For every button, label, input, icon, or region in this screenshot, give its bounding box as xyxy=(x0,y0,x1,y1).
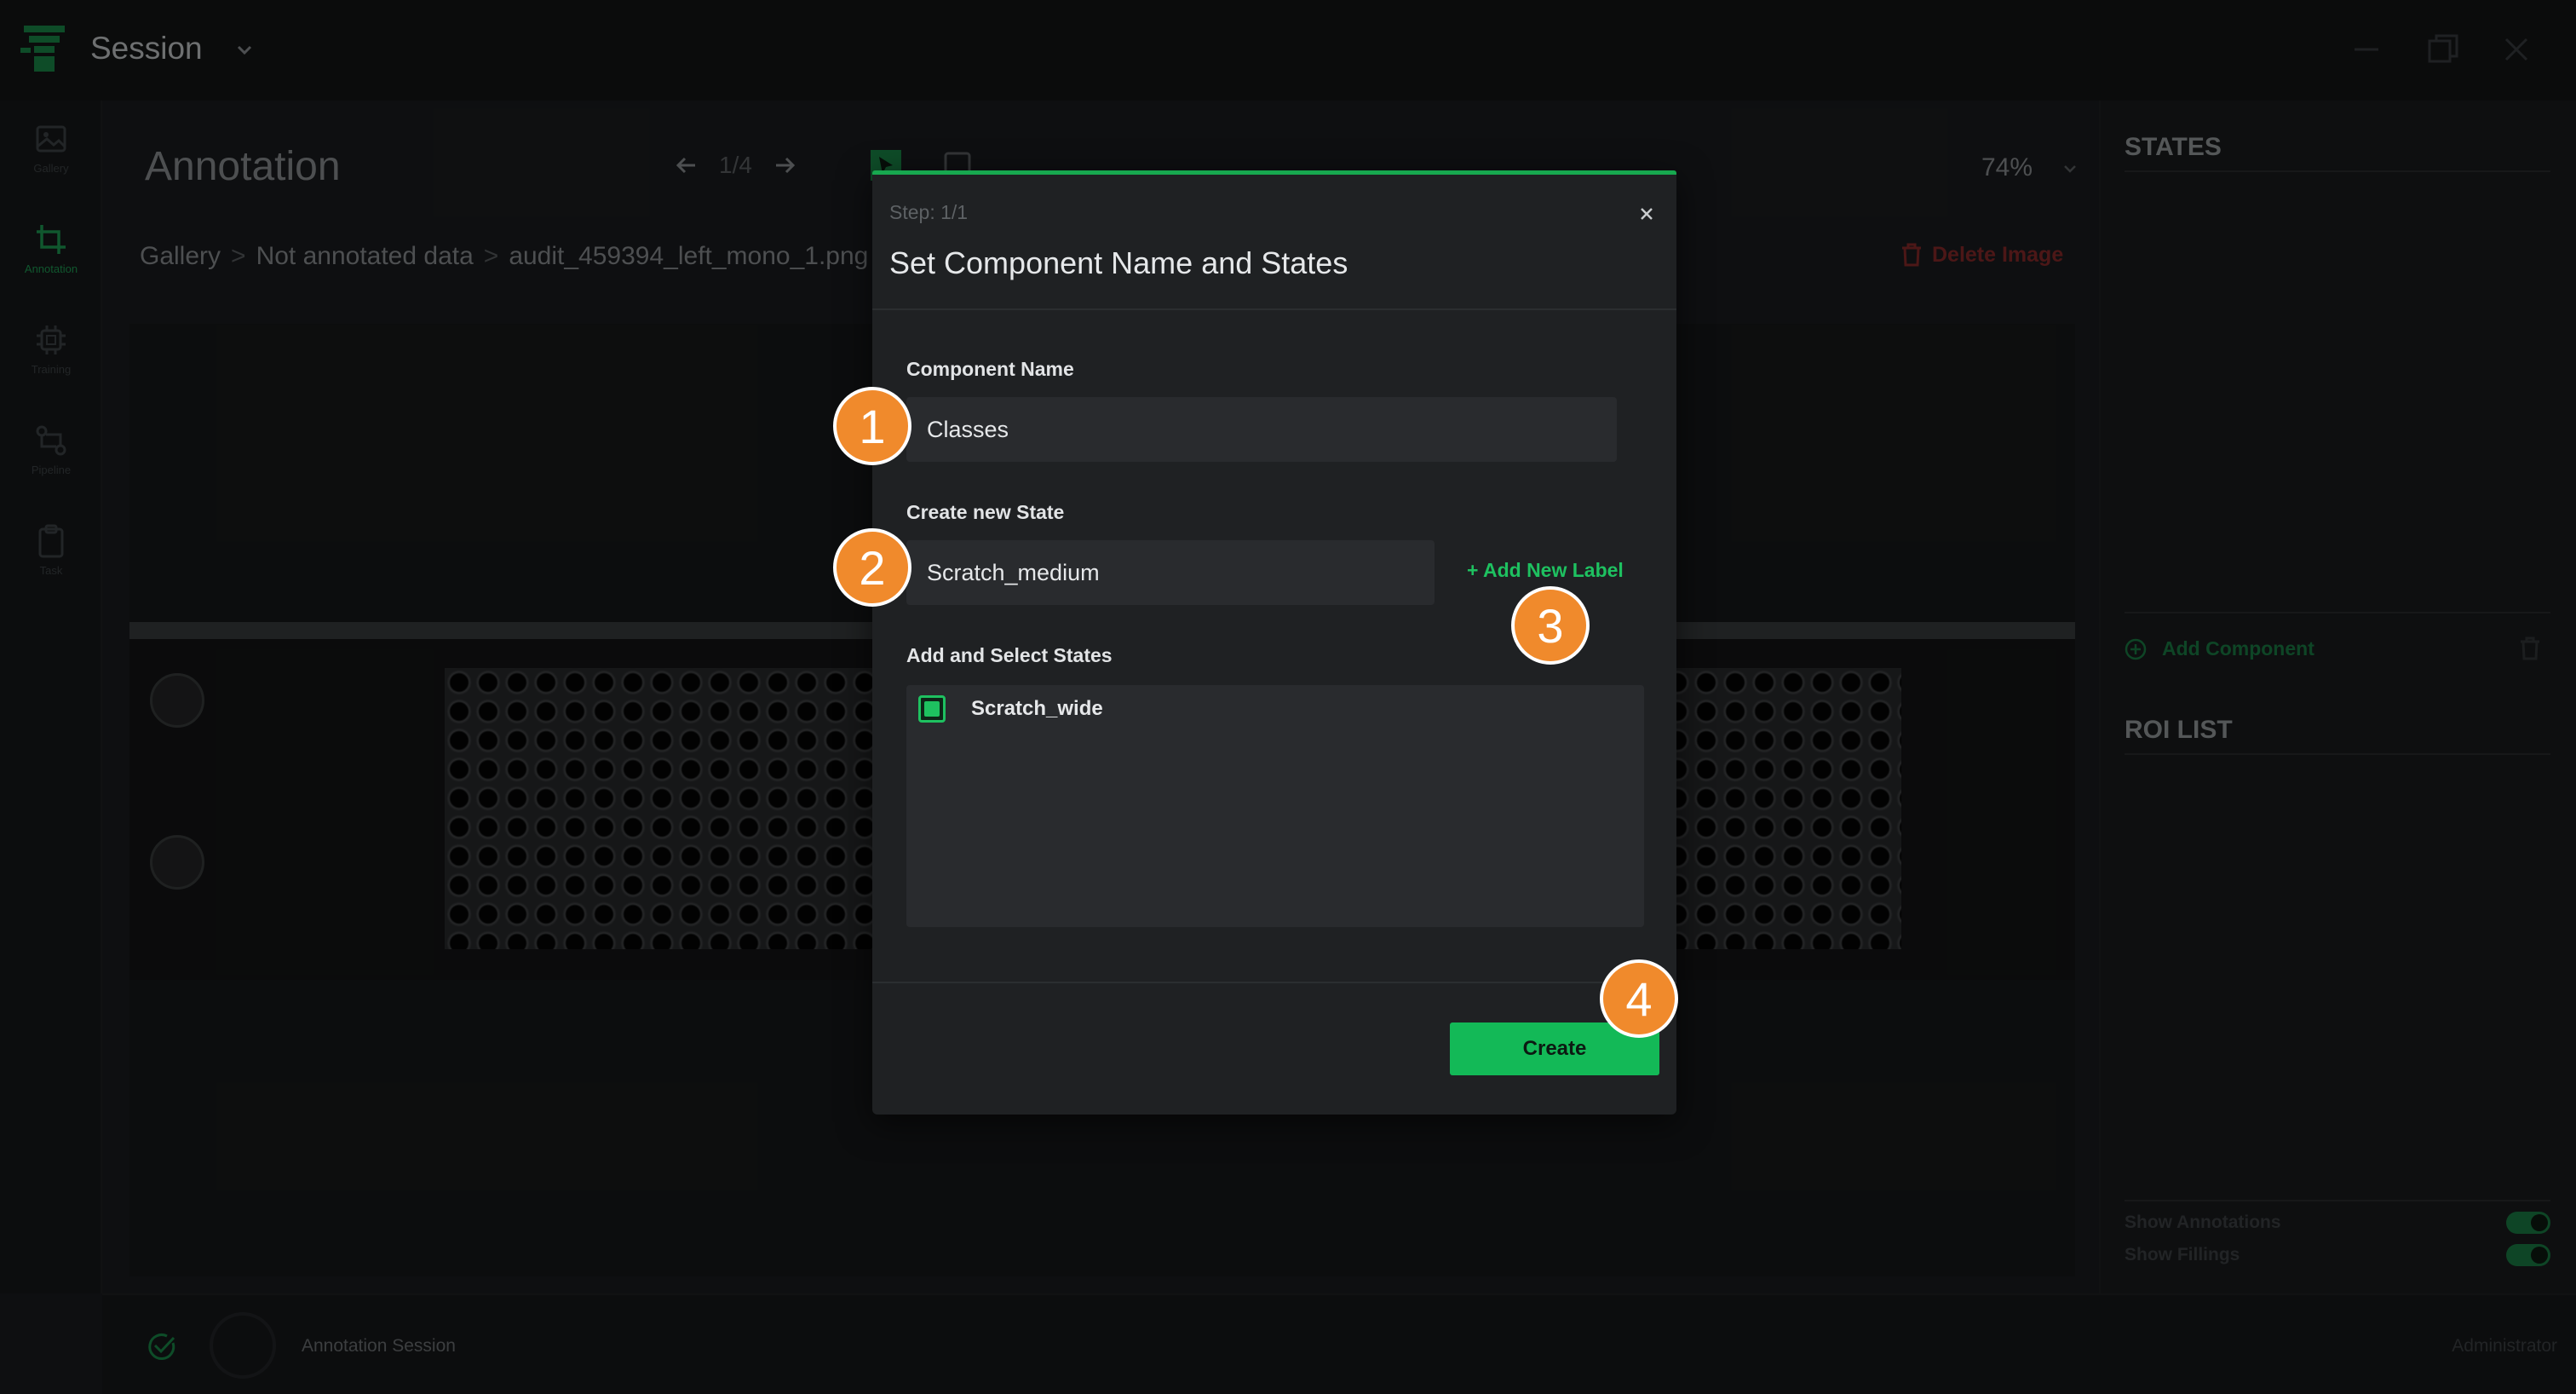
new-state-label: Create new State xyxy=(906,501,1065,523)
states-label: Add and Select States xyxy=(906,644,1113,666)
dialog-title: Set Component Name and States xyxy=(889,245,1348,280)
step-badge-1: 1 xyxy=(833,387,911,465)
component-name-field[interactable]: Classes xyxy=(906,397,1617,462)
new-state-field[interactable]: Scratch_medium xyxy=(906,540,1435,605)
component-name-label: Component Name xyxy=(906,358,1074,380)
step-indicator: Step: 1/1 xyxy=(889,201,969,223)
step-badge-3: 3 xyxy=(1511,586,1590,665)
close-icon[interactable] xyxy=(1634,201,1659,227)
state-label: Scratch_wide xyxy=(971,697,1103,720)
state-checkbox[interactable] xyxy=(918,695,946,723)
add-new-label-link[interactable]: + Add New Label xyxy=(1467,559,1624,582)
step-badge-4: 4 xyxy=(1600,959,1678,1038)
states-list: Scratch_wide xyxy=(906,685,1644,927)
list-item[interactable]: Scratch_wide xyxy=(918,695,1103,723)
step-badge-2: 2 xyxy=(833,528,911,607)
